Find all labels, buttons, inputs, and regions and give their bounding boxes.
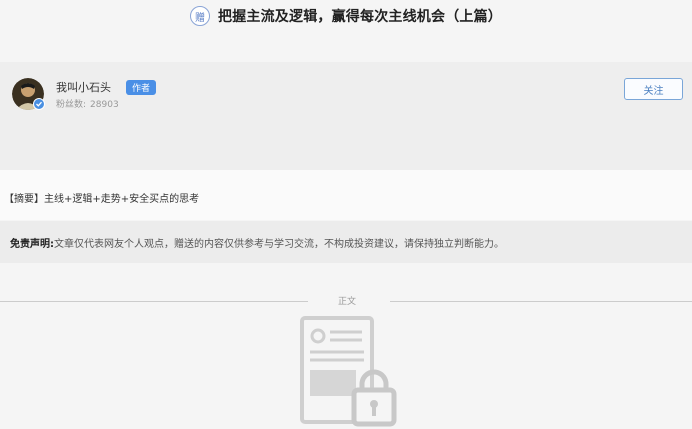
article-title-bar: 赠 把握主流及逻辑，赢得每次主线机会（上篇） <box>0 0 692 32</box>
author-badge: 作者 <box>126 80 157 95</box>
follow-button[interactable]: 关注 <box>624 78 683 100</box>
summary-text: 【摘要】主线+逻辑+走势+安全买点的思考 <box>4 194 200 205</box>
author-card: 我叫小石头 作者 粉丝数: 28903 <box>0 62 692 170</box>
verified-icon <box>33 98 45 110</box>
fans-count: 粉丝数: 28903 <box>56 97 119 110</box>
disclaimer-text: 文章仅代表网友个人观点，赠送的内容仅供参考与学习交流，不构成投资建议，请保持独立… <box>54 239 504 250</box>
body-divider-label: 正文 <box>338 297 357 307</box>
disclaimer: 免责声明:文章仅代表网友个人观点，赠送的内容仅供参考与学习交流，不构成投资建议，… <box>0 221 692 263</box>
body-divider: 正文 <box>0 292 692 312</box>
article-title: 把握主流及逻辑，赢得每次主线机会（上篇） <box>218 9 502 25</box>
article-summary: 【摘要】主线+逻辑+走势+安全买点的思考 <box>0 170 692 220</box>
fans-label: 粉丝数: <box>56 100 87 110</box>
gift-badge-icon: 赠 <box>190 6 210 26</box>
disclaimer-label: 免责声明: <box>10 239 54 250</box>
divider-line-left <box>0 301 308 302</box>
author-name[interactable]: 我叫小石头 <box>56 79 111 95</box>
divider-line-right <box>390 301 692 302</box>
locked-document-icon <box>296 316 400 429</box>
fans-number: 28903 <box>90 100 119 110</box>
